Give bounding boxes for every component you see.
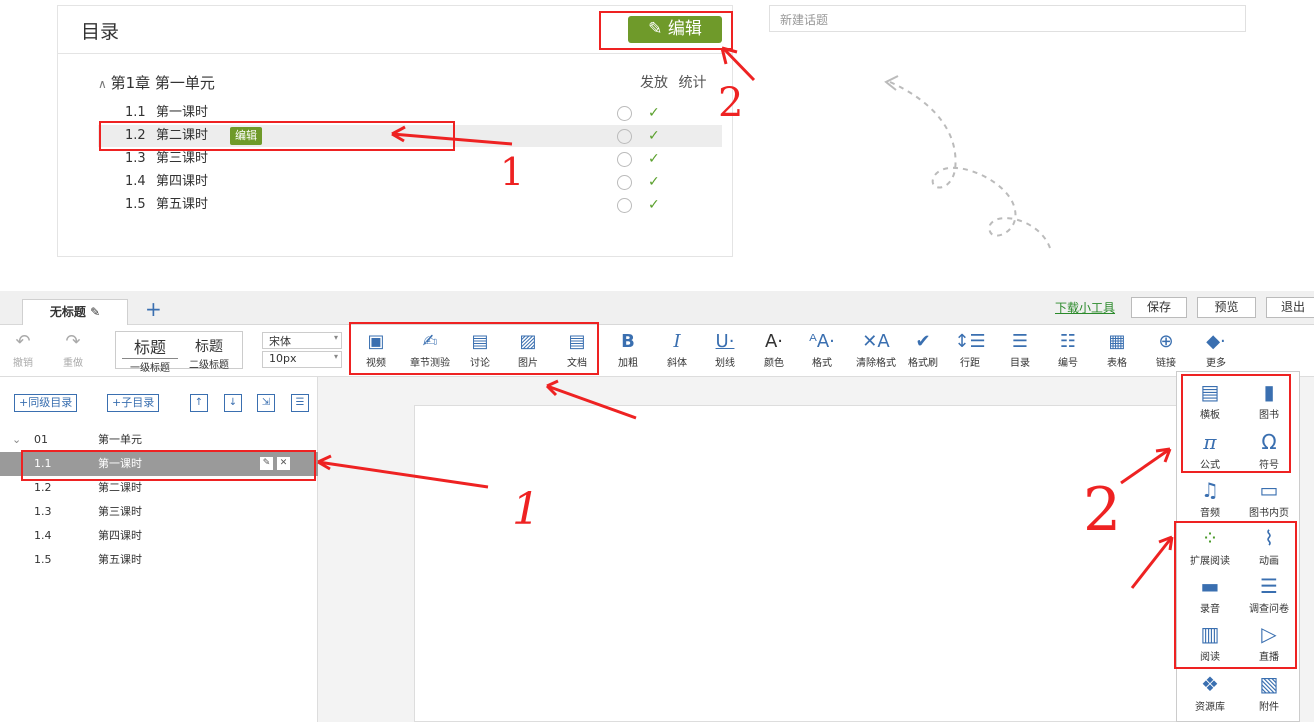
arrow-line	[1130, 536, 1174, 589]
annotation-arrows	[317, 46, 1174, 589]
annotation-number: 2	[718, 80, 744, 126]
arrow-line	[317, 460, 489, 489]
arrow-line	[1120, 447, 1171, 485]
annotation-number: 2	[1083, 475, 1122, 545]
arrow-line	[721, 46, 756, 82]
annotation-number: 1	[500, 150, 525, 194]
arrow-line	[546, 384, 637, 420]
annotation-number: 1	[512, 484, 540, 535]
arrow-line	[391, 132, 513, 146]
